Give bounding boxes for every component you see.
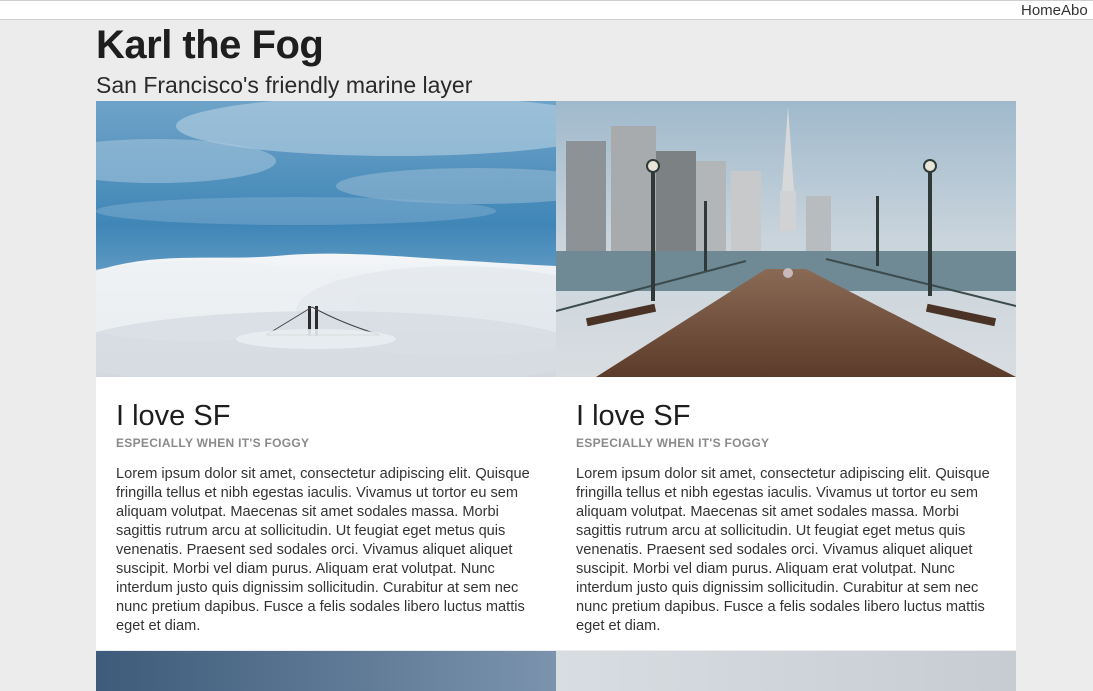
card-image-pier — [556, 101, 1016, 377]
site-title: Karl the Fog — [96, 23, 324, 67]
nav-home-link[interactable]: Home — [1021, 2, 1061, 19]
card-image-fog-bridge — [96, 101, 556, 377]
next-card-image-partial — [556, 651, 1016, 691]
card-title: I love SF — [116, 400, 231, 432]
top-nav-bar: Home Abo — [0, 0, 1093, 20]
card-body: I love SF ESPECIALLY WHEN IT'S FOGGY Lor… — [556, 377, 1016, 636]
card-kicker: ESPECIALLY WHEN IT'S FOGGY — [116, 436, 310, 450]
next-card-image-partial — [96, 651, 556, 691]
nav-menu: Home Abo — [1021, 2, 1088, 19]
site-subtitle: San Francisco's friendly marine layer — [96, 72, 473, 98]
card-title: I love SF — [576, 400, 691, 432]
card-kicker: ESPECIALLY WHEN IT'S FOGGY — [576, 436, 770, 450]
card: I love SF ESPECIALLY WHEN IT'S FOGGY Lor… — [96, 101, 556, 650]
card: I love SF ESPECIALLY WHEN IT'S FOGGY Lor… — [556, 101, 1016, 650]
nav-about-link[interactable]: Abo — [1061, 2, 1088, 19]
card-text: Lorem ipsum dolor sit amet, consectetur … — [576, 466, 990, 634]
card-text: Lorem ipsum dolor sit amet, consectetur … — [116, 466, 530, 634]
card-body: I love SF ESPECIALLY WHEN IT'S FOGGY Lor… — [96, 377, 556, 636]
